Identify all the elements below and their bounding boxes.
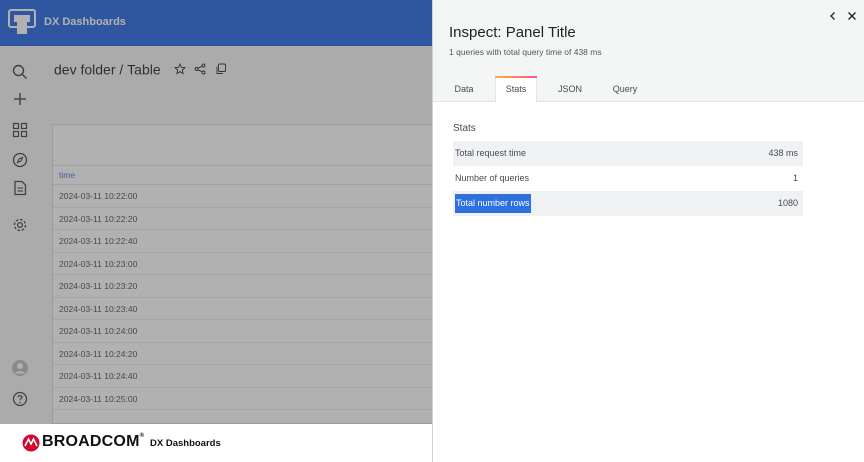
stat-value: 1 xyxy=(792,173,798,183)
broadcom-wordmark: BROADCOM® xyxy=(42,433,144,451)
footer-app-name: DX Dashboards xyxy=(150,438,221,449)
stat-row-request-time: Total request time 438 ms xyxy=(453,141,803,166)
tab-stats[interactable]: Stats xyxy=(495,76,537,102)
broadcom-logo-icon xyxy=(22,434,40,452)
trademark-symbol: ® xyxy=(139,433,145,439)
tab-json[interactable]: JSON xyxy=(551,76,589,102)
stat-row-queries: Number of queries 1 xyxy=(453,166,803,191)
dashboard-app: DX Dashboards dev folder / Table time 20… xyxy=(0,0,432,462)
inspect-header: Inspect: Panel Title 1 queries with tota… xyxy=(433,0,864,102)
inspect-drawer: Inspect: Panel Title 1 queries with tota… xyxy=(432,0,864,462)
stat-value: 1080 xyxy=(777,198,798,208)
inspect-title: Inspect: Panel Title xyxy=(449,24,576,41)
broadcom-brand: BROADCOM xyxy=(42,433,140,450)
stat-label: Total request time xyxy=(455,148,527,158)
inspect-subtitle: 1 queries with total query time of 438 m… xyxy=(449,47,602,57)
tab-query[interactable]: Query xyxy=(605,76,645,102)
stats-heading: Stats xyxy=(453,123,476,134)
stat-label-selected: Total number rows xyxy=(455,194,531,213)
modal-backdrop[interactable] xyxy=(0,0,432,424)
stat-value: 438 ms xyxy=(768,148,798,158)
tab-data[interactable]: Data xyxy=(447,76,481,102)
close-icon[interactable] xyxy=(846,10,858,22)
stat-row-total-rows: Total number rows 1080 xyxy=(453,191,803,216)
collapse-drawer-icon[interactable] xyxy=(827,10,839,22)
footer: BROADCOM® DX Dashboards xyxy=(0,424,432,462)
stat-label: Number of queries xyxy=(455,173,530,183)
